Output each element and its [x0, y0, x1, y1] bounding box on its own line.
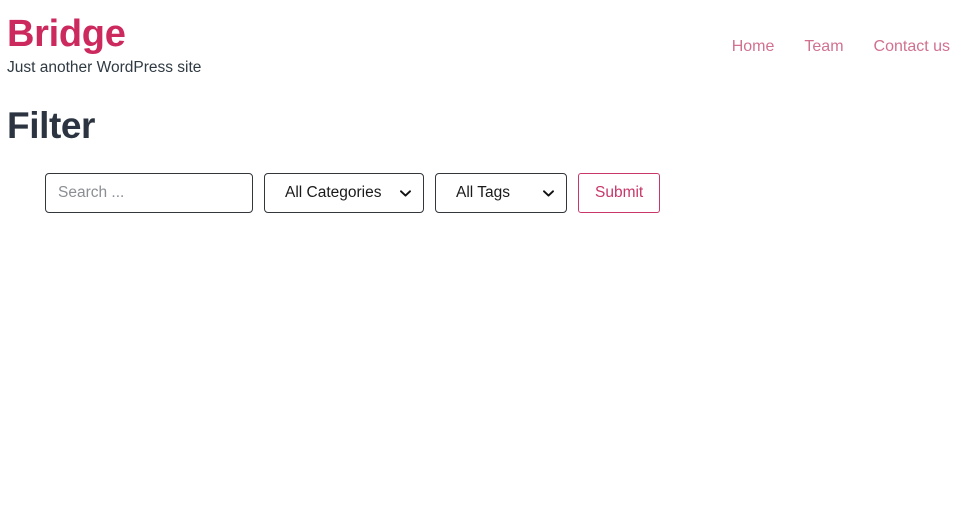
- submit-button[interactable]: Submit: [578, 173, 660, 213]
- primary-navigation: Home Team Contact us: [732, 37, 950, 57]
- site-tagline: Just another WordPress site: [7, 58, 950, 78]
- tags-select[interactable]: All Tags: [435, 173, 567, 213]
- site-main: Filter All Categories All Tags: [0, 104, 969, 213]
- nav-item-home[interactable]: Home: [732, 37, 775, 57]
- nav-item-team[interactable]: Team: [804, 37, 843, 57]
- search-input[interactable]: [45, 173, 253, 213]
- page-root: Bridge Just another WordPress site Home …: [0, 0, 969, 518]
- filter-form: All Categories All Tags Subm: [45, 173, 950, 213]
- nav-item-contact-us[interactable]: Contact us: [874, 37, 950, 57]
- categories-select-wrapper: All Categories: [264, 173, 424, 213]
- page-title: Filter: [7, 104, 950, 148]
- categories-select[interactable]: All Categories: [264, 173, 424, 213]
- site-header: Bridge Just another WordPress site Home …: [0, 0, 969, 86]
- tags-select-wrapper: All Tags: [435, 173, 567, 213]
